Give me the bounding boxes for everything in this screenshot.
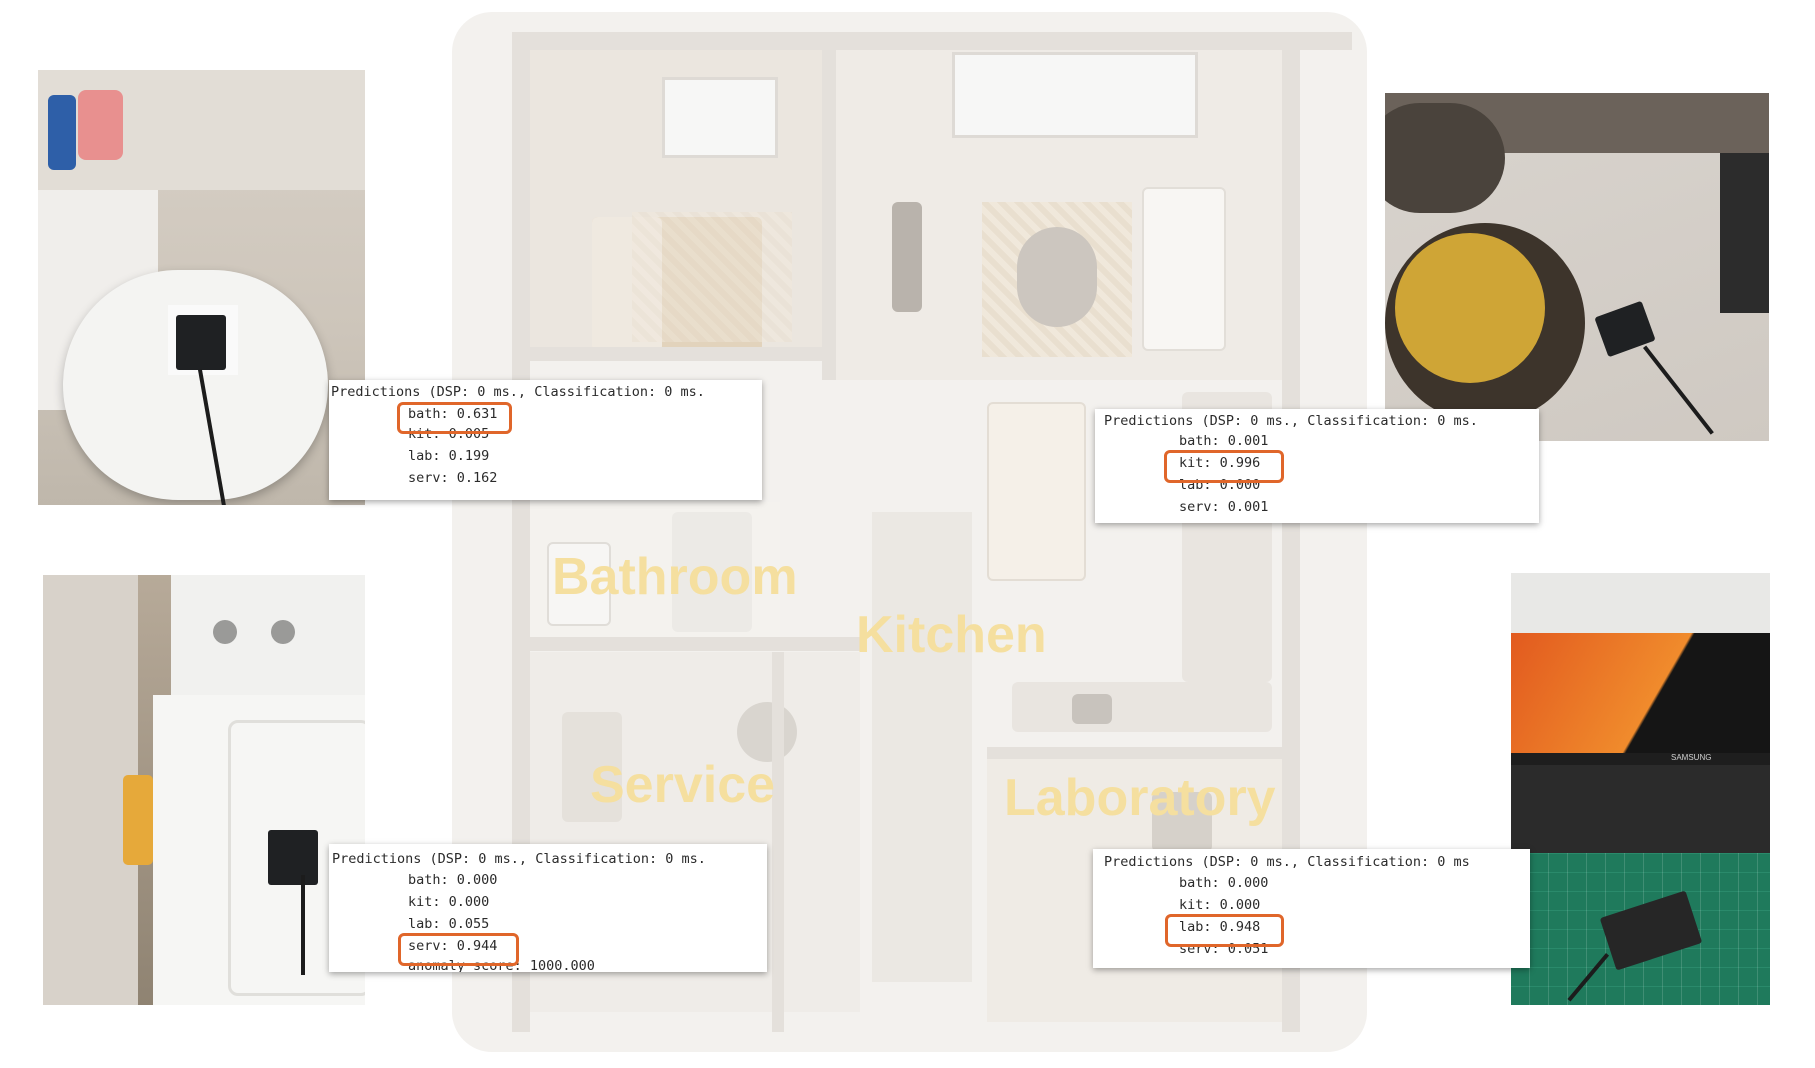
highlight-box: [397, 402, 512, 434]
prediction-header: Predictions (DSP: 0 ms., Classification:…: [332, 851, 706, 867]
prediction-kit: kit: 0.000: [408, 894, 490, 910]
prediction-panel-bath: Predictions (DSP: 0 ms., Classification:…: [329, 380, 762, 500]
sensor-board: [268, 830, 318, 885]
prediction-lab: lab: 0.199: [408, 448, 490, 464]
prediction-header: Predictions (DSP: 0 ms., Classification:…: [1104, 854, 1470, 870]
prediction-panel-serv: Predictions (DSP: 0 ms., Classification:…: [329, 844, 767, 972]
highlight-box: [1164, 450, 1284, 483]
prediction-kit: kit: 0.000: [1179, 897, 1261, 913]
kitchen-island: [987, 402, 1086, 581]
room-label-bathroom: Bathroom: [552, 548, 798, 606]
room-label-laboratory: Laboratory: [1004, 769, 1276, 827]
prediction-panel-kit: Predictions (DSP: 0 ms., Classification:…: [1095, 409, 1539, 523]
room-label-kitchen: Kitchen: [856, 606, 1047, 664]
prediction-serv: serv: 0.162: [408, 470, 498, 486]
prediction-bath: bath: 0.000: [408, 872, 498, 888]
coffee-table: [1017, 227, 1097, 327]
monitor-brand: SAMSUNG: [1671, 753, 1712, 762]
prediction-bath: bath: 0.000: [1179, 875, 1269, 891]
prediction-bath: bath: 0.001: [1179, 433, 1269, 449]
prediction-header: Predictions (DSP: 0 ms., Classification:…: [1104, 413, 1478, 429]
service-photo: [43, 575, 365, 1005]
room-label-service: Service: [590, 756, 776, 814]
prediction-serv: serv: 0.001: [1179, 499, 1269, 515]
laboratory-photo: SAMSUNG: [1511, 573, 1770, 1005]
bathroom-photo: [38, 70, 365, 505]
sofa: [1142, 187, 1226, 351]
prediction-lab: lab: 0.055: [408, 916, 490, 932]
prediction-panel-lab: Predictions (DSP: 0 ms., Classification:…: [1093, 849, 1530, 968]
highlight-box: [398, 933, 519, 966]
sensor-board: [176, 315, 226, 370]
window: [662, 77, 778, 158]
prediction-header: Predictions (DSP: 0 ms., Classification:…: [331, 384, 705, 400]
kitchen-photo: [1385, 93, 1769, 441]
highlight-box: [1165, 914, 1284, 947]
